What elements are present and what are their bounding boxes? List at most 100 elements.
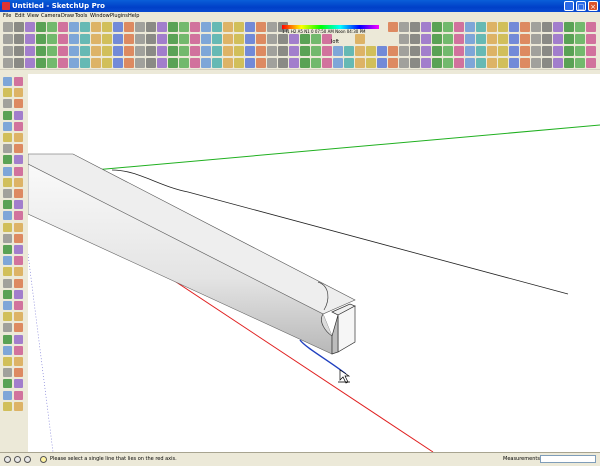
tool-palette-icon[interactable] <box>14 267 23 277</box>
toolbar-button-icon[interactable] <box>223 34 233 44</box>
toolbar-button-icon[interactable] <box>267 46 277 56</box>
tool-palette-icon[interactable] <box>3 379 12 389</box>
tool-palette-icon[interactable] <box>3 256 12 266</box>
tool-palette-icon[interactable] <box>14 77 23 86</box>
toolbar-button-icon[interactable] <box>344 58 354 68</box>
maximize-button[interactable]: □ <box>576 1 586 11</box>
tool-palette-icon[interactable] <box>14 334 23 344</box>
toolbar-button-icon[interactable] <box>520 34 530 44</box>
toolbar-button-icon[interactable] <box>586 58 596 68</box>
measurements-input[interactable] <box>540 455 596 463</box>
toolbar-button-icon[interactable] <box>289 46 299 56</box>
toolbar-button-icon[interactable] <box>102 58 112 68</box>
toolbar-button-icon[interactable] <box>410 22 420 32</box>
toolbar-button-icon[interactable] <box>256 22 266 32</box>
toolbar-button-icon[interactable] <box>520 46 530 56</box>
toolbar-button-icon[interactable] <box>487 34 497 44</box>
tool-palette-icon[interactable] <box>14 110 23 120</box>
tool-palette-icon[interactable] <box>3 121 12 131</box>
close-button[interactable]: × <box>588 1 598 11</box>
toolbar-button-icon[interactable] <box>201 22 211 32</box>
toolbar-button-icon[interactable] <box>443 22 453 32</box>
toolbar-button-icon[interactable] <box>201 46 211 56</box>
menu-view[interactable]: View <box>27 12 39 21</box>
toolbar-button-icon[interactable] <box>355 58 365 68</box>
tool-palette-icon[interactable] <box>14 155 23 165</box>
toolbar-button-icon[interactable] <box>476 58 486 68</box>
toolbar-button-icon[interactable] <box>278 46 288 56</box>
toolbar-button-icon[interactable] <box>223 22 233 32</box>
toolbar-button-icon[interactable] <box>135 22 145 32</box>
toolbar-button-icon[interactable] <box>344 46 354 56</box>
toolbar-button-icon[interactable] <box>69 22 79 32</box>
menu-tools[interactable]: Tools <box>75 12 87 21</box>
toolbar-button-icon[interactable] <box>47 46 57 56</box>
toolbar-button-icon[interactable] <box>267 34 277 44</box>
toolbar-button-icon[interactable] <box>168 58 178 68</box>
toolbar-button-icon[interactable] <box>80 46 90 56</box>
tool-palette-icon[interactable] <box>3 77 12 86</box>
toolbar-button-icon[interactable] <box>80 58 90 68</box>
toolbar-button-icon[interactable] <box>300 46 310 56</box>
toolbar-button-icon[interactable] <box>432 58 442 68</box>
toolbar-button-icon[interactable] <box>498 22 508 32</box>
menu-draw[interactable]: Draw <box>61 12 74 21</box>
toolbar-button-icon[interactable] <box>267 22 277 32</box>
tool-palette-icon[interactable] <box>14 121 23 131</box>
toolbar-button-icon[interactable] <box>245 58 255 68</box>
tool-palette-icon[interactable] <box>14 189 23 198</box>
toolbar-button-icon[interactable] <box>553 58 563 68</box>
toolbar-button-icon[interactable] <box>25 22 35 32</box>
toolbar-button-icon[interactable] <box>476 34 486 44</box>
toolbar-button-icon[interactable] <box>531 58 541 68</box>
toolbar-button-icon[interactable] <box>245 34 255 44</box>
toolbar-button-icon[interactable] <box>69 46 79 56</box>
toolbar-button-icon[interactable] <box>113 22 123 32</box>
toolbar-button-icon[interactable] <box>124 46 134 56</box>
toolbar-button-icon[interactable] <box>575 46 585 56</box>
toolbar-button-icon[interactable] <box>553 46 563 56</box>
tool-palette-icon[interactable] <box>3 99 12 109</box>
toolbar-button-icon[interactable] <box>124 22 134 32</box>
toolbar-button-icon[interactable] <box>36 22 46 32</box>
toolbar-button-icon[interactable] <box>355 46 365 56</box>
tool-palette-icon[interactable] <box>3 88 12 98</box>
toolbar-button-icon[interactable] <box>80 22 90 32</box>
menu-plugins[interactable]: Plugins <box>110 12 128 21</box>
toolbar-button-icon[interactable] <box>586 34 596 44</box>
toolbar-button-icon[interactable] <box>421 46 431 56</box>
toolbar-button-icon[interactable] <box>179 46 189 56</box>
toolbar-button-icon[interactable] <box>399 22 409 32</box>
toolbar-button-icon[interactable] <box>3 22 13 32</box>
toolbar-button-icon[interactable] <box>542 46 552 56</box>
toolbar-button-icon[interactable] <box>531 22 541 32</box>
toolbar-button-icon[interactable] <box>476 22 486 32</box>
toolbar-button-icon[interactable] <box>14 34 24 44</box>
toolbar-button-icon[interactable] <box>531 46 541 56</box>
toolbar-button-icon[interactable] <box>212 46 222 56</box>
toolbar-button-icon[interactable] <box>102 46 112 56</box>
toolbar-button-icon[interactable] <box>542 34 552 44</box>
tool-palette-icon[interactable] <box>3 233 12 243</box>
tool-palette-icon[interactable] <box>3 368 12 378</box>
toolbar-button-icon[interactable] <box>465 22 475 32</box>
toolbar-button-icon[interactable] <box>14 46 24 56</box>
toolbar-button-icon[interactable] <box>366 58 376 68</box>
toolbar-button-icon[interactable] <box>102 34 112 44</box>
toolbar-button-icon[interactable] <box>333 58 343 68</box>
tool-palette-icon[interactable] <box>3 345 12 355</box>
toolbar-button-icon[interactable] <box>388 22 398 32</box>
toolbar-button-icon[interactable] <box>586 46 596 56</box>
toolbar-button-icon[interactable] <box>454 46 464 56</box>
toolbar-button-icon[interactable] <box>498 34 508 44</box>
toolbar-button-icon[interactable] <box>201 34 211 44</box>
tool-palette-icon[interactable] <box>3 278 12 288</box>
toolbar-button-icon[interactable] <box>388 46 398 56</box>
toolbar-button-icon[interactable] <box>366 46 376 56</box>
toolbar-button-icon[interactable] <box>47 58 57 68</box>
toolbar-button-icon[interactable] <box>564 34 574 44</box>
toolbar-button-icon[interactable] <box>157 34 167 44</box>
toolbar-button-icon[interactable] <box>212 22 222 32</box>
toolbar-button-icon[interactable] <box>36 34 46 44</box>
toolbar-button-icon[interactable] <box>146 58 156 68</box>
